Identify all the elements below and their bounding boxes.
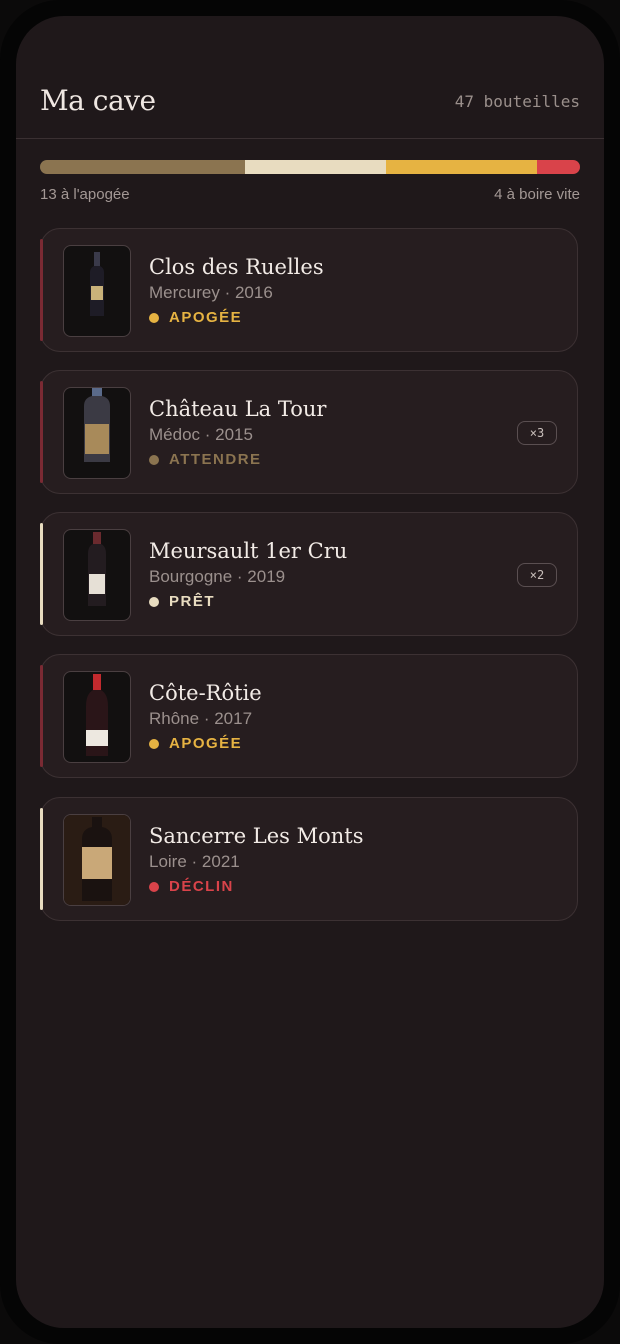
page-title: Ma cave [40, 84, 156, 117]
status-badge: PRÊT [149, 593, 215, 610]
wine-bottle-icon [90, 252, 104, 316]
bottle-thumbnail [63, 387, 131, 479]
bottle-thumbnail [63, 245, 131, 337]
wine-bottle-icon [84, 388, 110, 462]
status-dot [149, 738, 159, 749]
cellar-status-bar [40, 160, 580, 174]
status-dot [149, 596, 159, 607]
bar-segment-pret [245, 160, 386, 174]
wine-region-year: Médoc · 2015 [149, 425, 253, 444]
bottle-thumbnail [63, 671, 131, 763]
wine-name: Château La Tour [149, 397, 327, 421]
header: Ma cave 47 bouteilles [16, 16, 604, 139]
wine-name: Côte-Rôtie [149, 681, 262, 705]
bottle-thumbnail [63, 814, 131, 906]
status-label: PRÊT [169, 593, 216, 610]
status-dot [149, 454, 159, 465]
phone-frame: Ma cave 47 bouteilles 13 à l'apogée 4 à … [0, 0, 620, 1344]
wine-card[interactable]: Côte-Rôtie Rhône · 2017 APOGÉE [40, 654, 578, 778]
wine-bottle-icon [88, 532, 106, 606]
wine-name: Meursault 1er Cru [149, 539, 348, 563]
status-badge: APOGÉE [149, 735, 242, 752]
bottle-thumbnail [63, 529, 131, 621]
wine-card[interactable]: Sancerre Les Monts Loire · 2021 DÉCLIN [40, 797, 578, 921]
wine-region-year: Loire · 2021 [149, 852, 240, 871]
status-badge: ATTENDRE [149, 451, 262, 468]
bottle-count: 47 bouteilles [454, 92, 580, 111]
drink-soon-label: 4 à boire vite [494, 186, 580, 203]
bar-segment-apogee [385, 160, 537, 174]
card-accent [40, 381, 43, 483]
wine-card[interactable]: Château La Tour Médoc · 2015 ATTENDRE ×3 [40, 370, 578, 494]
wine-region-year: Mercurey · 2016 [149, 283, 273, 302]
card-accent [40, 239, 43, 341]
wine-region-year: Bourgogne · 2019 [149, 567, 286, 586]
status-label: ATTENDRE [169, 451, 262, 468]
wine-bottle-icon [86, 674, 108, 756]
quantity-badge: ×3 [517, 421, 557, 445]
wine-region-year: Rhône · 2017 [149, 709, 253, 728]
status-badge: APOGÉE [149, 309, 242, 326]
status-label: DÉCLIN [169, 878, 234, 895]
card-accent [40, 523, 43, 625]
status-label: APOGÉE [169, 735, 243, 752]
card-accent [40, 665, 43, 767]
quantity-badge: ×2 [517, 563, 557, 587]
status-dot [149, 312, 159, 323]
bar-segment-attendre [40, 160, 246, 174]
wine-name: Clos des Ruelles [149, 255, 324, 279]
wine-bottle-icon [64, 815, 130, 905]
wine-card[interactable]: Meursault 1er Cru Bourgogne · 2019 PRÊT … [40, 512, 578, 636]
wine-card[interactable]: Clos des Ruelles Mercurey · 2016 APOGÉE [40, 228, 578, 352]
status-badge: DÉCLIN [149, 878, 234, 895]
status-label: APOGÉE [169, 309, 243, 326]
card-accent [40, 808, 43, 910]
app-screen: Ma cave 47 bouteilles 13 à l'apogée 4 à … [16, 16, 604, 1328]
apogee-count-label: 13 à l'apogée [40, 186, 130, 203]
bar-segment-declin [536, 160, 580, 174]
wine-name: Sancerre Les Monts [149, 824, 364, 848]
status-dot [149, 881, 159, 892]
